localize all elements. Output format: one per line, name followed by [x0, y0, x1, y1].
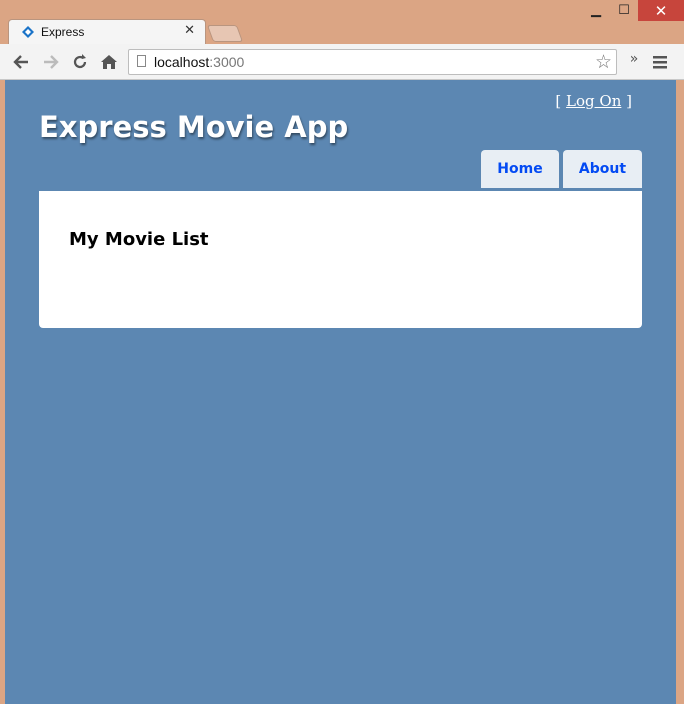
menu-item-home[interactable]: Home — [481, 150, 559, 188]
main-content: My Movie List — [39, 191, 642, 328]
home-icon[interactable] — [99, 52, 119, 72]
window-titlebar: Express ✕ ▁ ☐ ✕ — [0, 0, 684, 44]
page-body: [ Log On ] Express Movie App Home About … — [5, 80, 676, 704]
bookmark-star-icon[interactable]: ☆ — [595, 51, 612, 73]
page-icon — [137, 55, 146, 67]
browser-tab[interactable]: Express ✕ — [8, 19, 206, 44]
login-display: [ Log On ] — [555, 92, 632, 110]
menu-icon[interactable] — [650, 52, 670, 72]
main-menu: Home About — [481, 150, 642, 188]
extensions-overflow-button[interactable]: » — [624, 49, 644, 69]
forward-arrow-icon[interactable] — [41, 52, 61, 72]
browser-toolbar: localhost:3000 ☆ » — [0, 44, 684, 80]
window-controls: ▁ ☐ ✕ — [582, 0, 684, 21]
close-window-button[interactable]: ✕ — [638, 0, 684, 21]
tab-close-icon[interactable]: ✕ — [184, 23, 195, 38]
window-right-border — [676, 80, 684, 704]
back-arrow-icon[interactable] — [11, 52, 31, 72]
log-on-link[interactable]: Log On — [566, 92, 621, 110]
tab-title: Express — [41, 25, 85, 39]
login-bracket-close: ] — [621, 92, 632, 110]
menu-item-about[interactable]: About — [563, 150, 642, 188]
express-favicon-icon — [22, 26, 34, 38]
site-title: Express Movie App — [39, 110, 349, 144]
login-bracket-open: [ — [555, 92, 567, 110]
new-tab-button[interactable] — [206, 25, 244, 42]
maximize-button[interactable]: ☐ — [610, 0, 638, 21]
address-bar[interactable]: localhost:3000 ☆ — [128, 49, 617, 75]
page-heading: My Movie List — [69, 229, 209, 250]
url-text[interactable]: localhost:3000 — [154, 54, 244, 70]
reload-icon[interactable] — [70, 52, 90, 72]
minimize-button[interactable]: ▁ — [582, 0, 610, 21]
